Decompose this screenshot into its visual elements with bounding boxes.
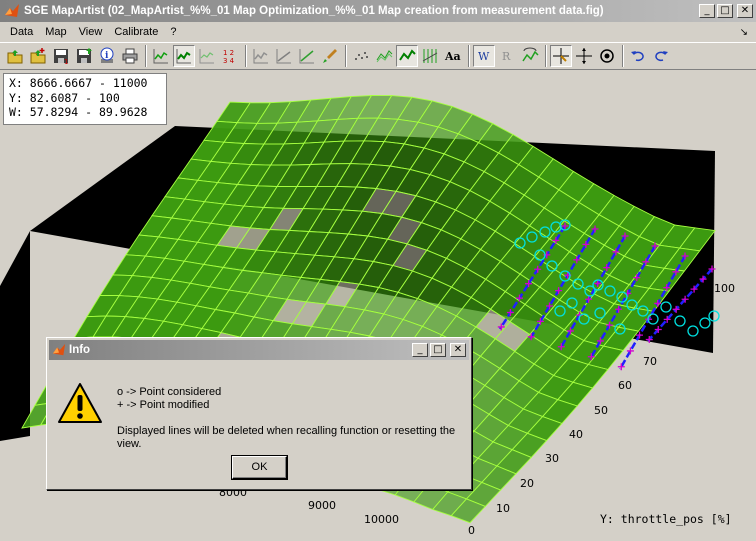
surface-icon[interactable] — [396, 45, 418, 67]
dialog-maximize-button[interactable]: □ — [430, 343, 446, 357]
y-tick-label: 40 — [569, 428, 583, 441]
window-title-bar: SGE MapArtist (02_MapArtist_%%_01 Map Op… — [0, 0, 756, 22]
line-chart-gray-icon[interactable] — [250, 45, 272, 67]
save-icon[interactable]: 1 — [50, 45, 72, 67]
line-chart-light-icon[interactable] — [196, 45, 218, 67]
readout-x: X: 8666.6667 - 11000 — [9, 76, 148, 90]
menu-map[interactable]: Map — [39, 26, 72, 38]
svg-text:3 4: 3 4 — [223, 57, 235, 65]
dialog-message-line3: Displayed lines will be deleted when rec… — [117, 425, 456, 437]
svg-text:i: i — [105, 51, 109, 61]
info-dialog: Info _ □ ✕ o -> Point considered + -> Po… — [46, 337, 472, 490]
menu-calibrate[interactable]: Calibrate — [108, 26, 164, 38]
info-icon[interactable]: i — [96, 45, 118, 67]
rotate-view-icon[interactable] — [519, 45, 541, 67]
dialog-close-button[interactable]: ✕ — [450, 343, 466, 357]
close-button[interactable]: ✕ — [737, 4, 753, 18]
maximize-button[interactable]: □ — [717, 4, 733, 18]
r-label: R — [502, 50, 511, 63]
dialog-message-line2: + -> Point modified — [117, 399, 210, 411]
z-tick-label: 0 — [10, 422, 17, 435]
y-tick-label: 90 — [690, 306, 704, 319]
mesh-icon[interactable] — [373, 45, 395, 67]
toolbar-separator — [345, 45, 347, 67]
menu-view[interactable]: View — [73, 26, 109, 38]
font-icon[interactable]: Aa — [442, 45, 464, 67]
y-axis-label: Y: throttle_pos [%] — [600, 512, 732, 526]
svg-text:1: 1 — [64, 58, 68, 65]
open-folder-plus-icon[interactable] — [27, 45, 49, 67]
toolbar-separator — [145, 45, 147, 67]
r-icon[interactable]: R — [496, 45, 518, 67]
matlab-app-icon — [5, 4, 19, 17]
minimize-button[interactable]: _ — [699, 4, 715, 18]
save-as-icon[interactable] — [73, 45, 95, 67]
y-tick-label: 20 — [520, 477, 534, 490]
z-tick-label: 20 — [10, 384, 24, 397]
y-tick-label: 60 — [618, 379, 632, 392]
y-tick-label: 100 — [714, 282, 735, 295]
toolbar: 1 i 1 23 4 Aa W R — [0, 42, 756, 70]
menu-help[interactable]: ? — [164, 26, 182, 38]
matlab-app-icon — [52, 343, 66, 356]
dialog-title: Info — [69, 344, 91, 356]
line-chart-icon[interactable] — [150, 45, 172, 67]
x-tick-label: 9000 — [308, 499, 336, 512]
record-icon[interactable] — [596, 45, 618, 67]
grid-lines-icon[interactable] — [419, 45, 441, 67]
y-tick-label: 50 — [594, 404, 608, 417]
x-tick-label: 10000 — [364, 513, 399, 526]
numbers-icon[interactable]: 1 23 4 — [219, 45, 241, 67]
dialog-minimize-button[interactable]: _ — [412, 343, 428, 357]
menu-bar: Data Map View Calibrate ? ↘ — [0, 22, 756, 42]
toolbar-separator — [545, 45, 547, 67]
scatter-icon[interactable] — [350, 45, 372, 67]
dialog-message-line4: view. — [117, 438, 142, 450]
z-tick-label: 40 — [10, 346, 24, 359]
w-icon[interactable]: W — [473, 45, 495, 67]
dialog-title-bar: Info _ □ ✕ — [49, 340, 469, 360]
cursor-icon[interactable] — [550, 45, 572, 67]
window-title: SGE MapArtist (02_MapArtist_%%_01 Map Op… — [24, 5, 604, 17]
trend-icon[interactable] — [273, 45, 295, 67]
dock-arrow-icon[interactable]: ↘ — [740, 27, 748, 38]
print-icon[interactable] — [119, 45, 141, 67]
coordinate-readout: X: 8666.6667 - 11000 Y: 82.6087 - 100 W:… — [3, 73, 167, 125]
redo-icon[interactable] — [650, 45, 672, 67]
brush-icon[interactable] — [319, 45, 341, 67]
y-tick-label: 10 — [496, 502, 510, 515]
dialog-message-line1: o -> Point considered — [117, 386, 222, 398]
area-chart-icon[interactable] — [173, 45, 195, 67]
warning-icon — [58, 383, 102, 423]
menu-data[interactable]: Data — [4, 26, 39, 38]
trend-up-icon[interactable] — [296, 45, 318, 67]
w-label: W — [478, 50, 490, 63]
y-tick-label: 70 — [643, 355, 657, 368]
z-tick-label: 80 — [10, 273, 24, 286]
z-tick-label: 60 — [10, 309, 24, 322]
y-tick-label: 30 — [545, 452, 559, 465]
toolbar-separator — [622, 45, 624, 67]
y-tick-label: 80 — [667, 331, 681, 344]
ok-button[interactable]: OK — [231, 455, 288, 480]
pan-icon[interactable] — [573, 45, 595, 67]
undo-icon[interactable] — [627, 45, 649, 67]
readout-w: W: 57.8294 - 89.9628 — [9, 105, 148, 119]
svg-text:1 2: 1 2 — [223, 49, 234, 57]
readout-y: Y: 82.6087 - 100 — [9, 90, 120, 105]
y-tick-label: 0 — [468, 524, 475, 537]
left-pane — [0, 231, 30, 441]
font-label: Aa — [444, 50, 461, 63]
toolbar-separator — [245, 45, 247, 67]
open-folder-icon[interactable] — [4, 45, 26, 67]
toolbar-separator — [468, 45, 470, 67]
dialog-body: o -> Point considered + -> Point modifie… — [47, 362, 471, 489]
